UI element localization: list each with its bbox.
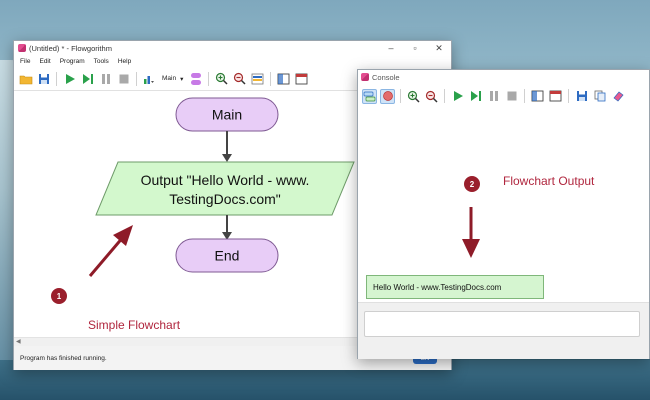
annotation-label-two: Flowchart Output <box>503 174 595 188</box>
annotation-arrow-one-shaft <box>88 235 126 277</box>
annotation-marker-one: 1 <box>51 288 67 304</box>
annotation-arrow-two-head <box>462 239 480 258</box>
annotation-label-one: Simple Flowchart <box>88 318 181 332</box>
annotation-arrows <box>88 207 480 277</box>
annotation-arrow-one-head <box>113 225 133 246</box>
annotation-marker-two: 2 <box>464 176 480 192</box>
